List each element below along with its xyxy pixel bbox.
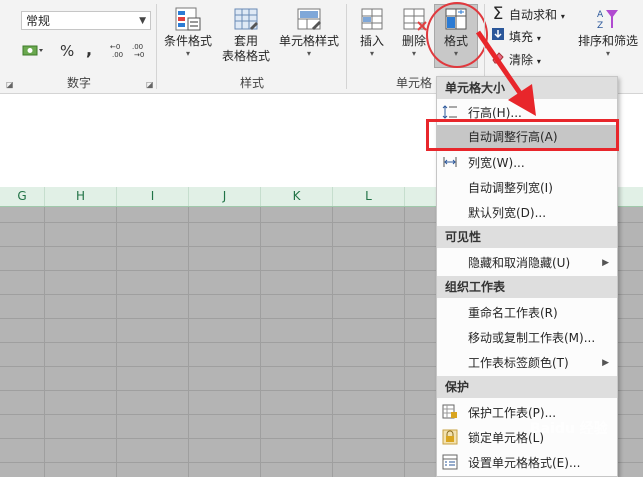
sort-filter-button[interactable]: AZ 排序和筛选 ▾ bbox=[576, 6, 640, 58]
conditional-format-icon bbox=[174, 6, 202, 34]
menu-item-move-copy-sheet[interactable]: 移动或复制工作表(M)... bbox=[437, 326, 617, 350]
styles-group-label: 样式 bbox=[240, 76, 265, 90]
increase-decimal-icon[interactable]: ←0.00 bbox=[110, 42, 128, 62]
dialog-launcher-icon[interactable]: ◪ bbox=[146, 80, 154, 89]
format-cells-icon bbox=[441, 454, 459, 472]
menu-item-column-width[interactable]: 列宽(W)... bbox=[437, 151, 617, 175]
column-header-k[interactable]: K bbox=[261, 187, 333, 206]
menu-item-label: 移动或复制工作表(M)... bbox=[468, 331, 596, 345]
format-as-table-button[interactable]: 套用 表格格式 bbox=[215, 6, 277, 64]
watermark: Baidu 经验 bbox=[530, 421, 608, 437]
svg-text:←0: ←0 bbox=[110, 43, 120, 51]
menu-item-label: 重命名工作表(R) bbox=[468, 306, 558, 320]
comma-button[interactable]: , bbox=[86, 40, 92, 59]
autosum-label: 自动求和 bbox=[509, 8, 558, 22]
dialog-launcher-icon[interactable]: ◪ bbox=[6, 80, 14, 89]
column-header-l[interactable]: L bbox=[333, 187, 405, 206]
menu-item-default-width[interactable]: 默认列宽(D)... bbox=[437, 201, 617, 225]
cell-style-button[interactable]: 单元格样式 ▾ bbox=[277, 6, 341, 58]
column-header-h[interactable]: H bbox=[45, 187, 117, 206]
menu-item-label: 列宽(W)... bbox=[468, 156, 525, 170]
column-header-i[interactable]: I bbox=[117, 187, 189, 206]
chevron-down-icon: ▾ bbox=[306, 49, 311, 58]
insert-cells-icon bbox=[358, 6, 386, 34]
red-arrow-icon bbox=[475, 30, 536, 116]
cell-style-icon bbox=[295, 6, 323, 34]
red-highlight-box bbox=[426, 119, 619, 151]
menu-item-label: 自动调整列宽(I) bbox=[468, 181, 553, 195]
conditional-format-label: 条件格式 bbox=[163, 34, 212, 48]
svg-text:→0: →0 bbox=[134, 51, 144, 58]
column-header-j[interactable]: J bbox=[189, 187, 261, 206]
group-divider bbox=[156, 4, 157, 89]
number-group-label: 数字 bbox=[67, 76, 92, 90]
menu-item-label: 默认列宽(D)... bbox=[468, 206, 547, 220]
submenu-arrow-icon: ▶ bbox=[602, 358, 609, 368]
delete-cells-icon bbox=[400, 6, 428, 34]
column-header-g[interactable]: G bbox=[0, 187, 45, 206]
menu-item-label: 隐藏和取消隐藏(U) bbox=[468, 256, 571, 270]
chevron-down-icon: ▾ bbox=[560, 12, 565, 21]
currency-icon[interactable] bbox=[22, 43, 44, 63]
table-format-icon bbox=[232, 6, 260, 34]
cells-group-label: 单元格 bbox=[396, 76, 433, 90]
svg-text:.00: .00 bbox=[132, 43, 143, 51]
group-divider bbox=[346, 4, 347, 89]
protect-sheet-icon bbox=[441, 404, 459, 422]
menu-item-label: 工作表标签颜色(T) bbox=[468, 356, 569, 370]
decrease-decimal-icon[interactable]: .00 →0 bbox=[132, 42, 150, 62]
menu-section-header: 组织工作表 bbox=[437, 276, 617, 298]
insert-button[interactable]: 插入 ▾ bbox=[352, 6, 392, 58]
menu-item-tab-color[interactable]: 工作表标签颜色(T) ▶ bbox=[437, 351, 617, 375]
menu-item-format-cells[interactable]: 设置单元格格式(E)... bbox=[437, 451, 617, 475]
menu-item-autofit-column-width[interactable]: 自动调整列宽(I) bbox=[437, 176, 617, 200]
submenu-arrow-icon: ▶ bbox=[602, 258, 609, 268]
cell-style-label: 单元格样式 bbox=[278, 34, 339, 48]
menu-section-header: 可见性 bbox=[437, 226, 617, 248]
chevron-down-icon: ▾ bbox=[185, 49, 190, 58]
column-width-icon bbox=[441, 154, 459, 172]
number-format-dropdown[interactable]: 常规 ▼ bbox=[21, 11, 151, 30]
sort-filter-label: 排序和筛选 bbox=[577, 34, 638, 48]
chevron-down-icon: ▾ bbox=[411, 49, 416, 58]
sigma-icon: Σ bbox=[492, 4, 504, 24]
menu-item-label: 设置单元格格式(E)... bbox=[468, 456, 581, 470]
table-format-label-1: 套用 bbox=[233, 34, 258, 48]
svg-text:.00: .00 bbox=[112, 51, 123, 58]
number-format-value: 常规 bbox=[26, 14, 51, 28]
menu-item-hide-unhide[interactable]: 隐藏和取消隐藏(U) ▶ bbox=[437, 251, 617, 275]
svg-text:A: A bbox=[597, 10, 604, 20]
chevron-down-icon: ▼ bbox=[139, 16, 146, 26]
menu-item-rename-sheet[interactable]: 重命名工作表(R) bbox=[437, 301, 617, 325]
chevron-down-icon: ▾ bbox=[605, 49, 610, 58]
conditional-format-button[interactable]: 条件格式 ▾ bbox=[161, 6, 215, 58]
menu-section-header: 保护 bbox=[437, 376, 617, 398]
svg-text:Z: Z bbox=[597, 21, 603, 31]
chevron-down-icon: ▾ bbox=[369, 49, 374, 58]
autosum-button[interactable]: Σ 自动求和 ▾ bbox=[490, 4, 565, 24]
sort-az-icon: AZ bbox=[594, 6, 622, 34]
lock-icon bbox=[441, 429, 459, 447]
percent-button[interactable]: % bbox=[60, 42, 74, 60]
insert-label: 插入 bbox=[359, 34, 384, 48]
table-format-label-2: 表格格式 bbox=[221, 49, 270, 63]
